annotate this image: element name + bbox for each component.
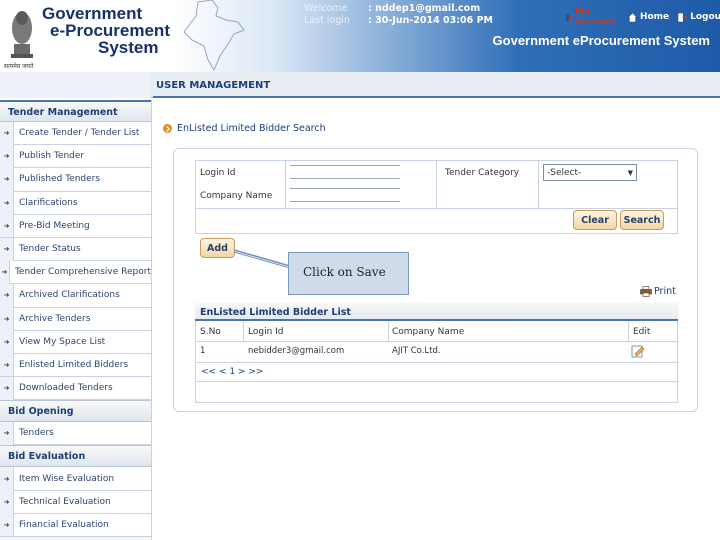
print-link[interactable]: Print — [640, 286, 676, 297]
my-account-link[interactable]: My Account — [565, 7, 619, 27]
last-login-label: Last login — [304, 15, 350, 26]
top-links: My Account Home Logout — [565, 7, 720, 27]
top-header: सत्यमेव जयते Government e-Procurement Sy… — [0, 0, 720, 72]
sidebar-item-item-wise-evaluation[interactable]: ➜ Item Wise Evaluation — [0, 467, 151, 491]
company-name-input[interactable] — [290, 188, 400, 202]
logout-label: Logout — [690, 12, 720, 22]
pagination[interactable]: << < 1 > >> — [201, 367, 263, 377]
sidebar-item-publish-tender[interactable]: ➜ Publish Tender — [0, 144, 151, 169]
arrow-right-icon: ➜ — [0, 513, 14, 537]
sidebar-item-technical-evaluation[interactable]: ➜ Technical Evaluation — [0, 490, 151, 514]
national-emblem-icon — [11, 11, 33, 58]
sidebar-item-tender-status[interactable]: ➜ Tender Status — [0, 237, 151, 262]
logo-line-1: Government — [42, 4, 143, 23]
arrow-right-icon: ➜ — [0, 283, 14, 307]
user-info: Welcome : nddep1@gmail.com Last login : … — [304, 3, 493, 27]
arrow-right-icon: ➜ — [0, 307, 14, 331]
sidebar-item-create-tender[interactable]: ➜ Create Tender / Tender List — [0, 121, 151, 146]
arrow-right-icon: ➜ — [0, 144, 14, 168]
sidebar-item-clarifications[interactable]: ➜ Clarifications — [0, 191, 151, 215]
table-row-company: AJIT Co.Ltd. — [392, 346, 441, 356]
sidebar-item-pre-bid-meeting[interactable]: ➜ Pre-Bid Meeting — [0, 214, 151, 238]
home-label: Home — [639, 12, 670, 22]
my-account-label: My Account — [575, 7, 617, 27]
tender-category-select[interactable]: -Select- ▼ — [543, 164, 637, 181]
emblem-caption: सत्यमेव जयते — [4, 63, 34, 70]
tutorial-callout: Click on Save — [288, 252, 409, 295]
sidebar-item-my-space[interactable]: ➜ View My Space List — [0, 330, 151, 354]
table-row-login-id: nebidder3@gmail.com — [248, 346, 345, 356]
column-header-edit: Edit — [633, 327, 651, 337]
site-logo-text: Government e-Procurement System — [42, 5, 170, 56]
subheader-bar — [0, 72, 720, 98]
sidebar-item-archive-tenders[interactable]: ➜ Archive Tenders — [0, 307, 151, 331]
pagination-label: << < 1 > >> — [201, 367, 264, 377]
clear-button[interactable]: Clear — [573, 210, 617, 230]
home-link[interactable]: Home — [626, 7, 670, 27]
arrow-right-icon: ➜ — [0, 490, 14, 514]
arrow-right-icon: ➜ — [0, 214, 14, 238]
welcome-label: Welcome — [304, 3, 348, 14]
arrow-right-icon: ➜ — [0, 191, 14, 215]
home-icon — [626, 11, 638, 22]
logout-link[interactable]: Logout — [677, 7, 720, 27]
arrow-right-icon: ➜ — [0, 121, 14, 145]
column-header-login-id: Login Id — [248, 327, 284, 337]
india-map-icon — [183, 0, 245, 72]
bidder-list-title: EnListed Limited Bidder List — [195, 303, 678, 321]
title-divider — [153, 96, 720, 98]
system-title: Government eProcurement System — [492, 33, 710, 48]
tender-category-value: -Select- — [547, 167, 582, 178]
sidebar-section-tender-management[interactable]: Tender Management — [0, 100, 151, 122]
add-button[interactable]: Add — [200, 238, 235, 258]
sidebar-section-bid-opening[interactable]: Bid Opening — [0, 400, 151, 423]
sidebar: Tender Management ➜ Create Tender / Tende… — [0, 100, 152, 540]
login-id-input[interactable] — [290, 165, 400, 179]
logo-line-2: e-Procurement — [50, 21, 170, 40]
arrow-right-icon: ➜ — [0, 421, 14, 445]
print-label: Print — [654, 286, 676, 297]
app-window: सत्यमेव जयते Government e-Procurement Sy… — [0, 0, 720, 540]
logout-icon — [677, 12, 689, 22]
arrow-right-icon: ➜ — [0, 237, 14, 261]
welcome-email: : nddep1@gmail.com — [368, 3, 481, 14]
sidebar-item-enlisted-bidders[interactable]: ➜ Enlisted Limited Bidders — [0, 353, 151, 378]
column-header-sno: S.No — [200, 327, 221, 337]
printer-icon — [640, 286, 652, 297]
sidebar-item-financial-evaluation[interactable]: ➜ Financial Evaluation — [0, 513, 151, 537]
arrow-right-icon: ➜ — [0, 376, 14, 400]
sidebar-section-bid-evaluation[interactable]: Bid Evaluation — [0, 445, 151, 468]
arrow-right-icon: ➜ — [0, 467, 14, 491]
table-row-sno: 1 — [200, 346, 206, 356]
edit-icon[interactable] — [631, 344, 645, 358]
tender-category-label: Tender Category — [445, 168, 520, 178]
arrow-right-icon: ➜ — [0, 260, 10, 284]
company-name-label: Company Name — [200, 191, 273, 201]
column-header-company-name: Company Name — [392, 327, 465, 337]
arrow-right-icon: ➜ — [0, 330, 14, 354]
sidebar-item-published-tenders[interactable]: ➜ Published Tenders — [0, 167, 151, 192]
sidebar-item-tenders[interactable]: ➜ Tenders — [0, 421, 151, 446]
sidebar-item-tender-report[interactable]: ➜ Tender Comprehensive Report — [0, 260, 151, 285]
login-id-label: Login Id — [200, 168, 236, 178]
sidebar-item-archived-clarifications[interactable]: ➜ Archived Clarifications — [0, 283, 151, 308]
last-login-value: : 30-Jun-2014 03:06 PM — [368, 15, 493, 26]
logo-line-3: System — [98, 38, 159, 57]
dropdown-caret-icon: ▼ — [627, 168, 633, 177]
search-button[interactable]: Search — [620, 210, 664, 230]
section-heading-label: EnListed Limited Bidder Search — [177, 123, 326, 134]
arrow-right-icon: ➜ — [0, 353, 14, 377]
bullet-arrow-icon — [163, 124, 172, 133]
callout-pointer — [234, 249, 290, 269]
arrow-right-icon: ➜ — [0, 167, 14, 191]
users-icon — [565, 13, 573, 21]
section-heading: EnListed Limited Bidder Search — [163, 123, 326, 134]
page-title: USER MANAGEMENT — [156, 80, 271, 91]
sidebar-item-downloaded-tenders[interactable]: ➜ Downloaded Tenders — [0, 376, 151, 401]
